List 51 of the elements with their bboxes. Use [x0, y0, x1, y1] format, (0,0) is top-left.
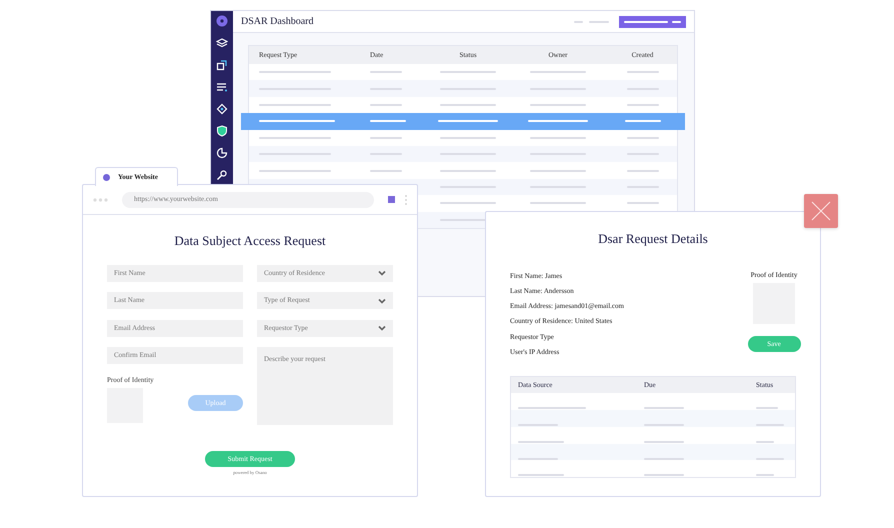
placeholder-line [370, 136, 402, 139]
chevron-down-icon [378, 325, 386, 331]
placeholder-line [440, 202, 496, 204]
placeholder-line [626, 136, 658, 139]
placeholder-line [259, 136, 331, 139]
placeholder-line [259, 170, 331, 172]
placeholder-line [440, 71, 496, 74]
details-title: Dsar Request Details [597, 230, 709, 248]
close-button[interactable] [804, 194, 838, 228]
table-row[interactable] [249, 146, 677, 162]
placeholder-line [440, 104, 496, 106]
window-title: DSAR Dashboard [241, 15, 314, 29]
placeholder-line [574, 20, 583, 22]
placeholder-line [530, 202, 586, 204]
placeholder-line [530, 170, 586, 172]
placeholder-line [530, 136, 586, 139]
placeholder-line [370, 120, 406, 122]
close-icon [810, 200, 832, 222]
placeholder-line [370, 170, 402, 172]
placeholder-line [626, 104, 658, 106]
form-title: Data Subject Access Request [173, 232, 327, 250]
placeholder-line [626, 170, 658, 172]
placeholder-line [530, 104, 586, 106]
shield-icon[interactable] [216, 125, 228, 137]
list-icon[interactable] [216, 81, 228, 93]
placeholder-line [440, 170, 496, 172]
placeholder-line [672, 20, 681, 22]
placeholder-line [440, 136, 496, 139]
placeholder-line [370, 104, 402, 106]
placeholder-line [530, 71, 586, 74]
window-dots-icon [93, 198, 108, 202]
logo-icon [216, 15, 228, 27]
chevron-down-icon [378, 270, 386, 276]
diamond-icon[interactable] [216, 103, 228, 115]
squares-icon[interactable] [216, 59, 228, 71]
selected-row[interactable] [241, 113, 685, 130]
placeholder-line [626, 71, 658, 74]
layers-icon[interactable] [216, 37, 228, 49]
placeholder-line [438, 120, 498, 122]
header-button[interactable] [619, 16, 686, 28]
placeholder-line [624, 20, 668, 22]
placeholder-line [589, 20, 609, 22]
chevron-down-icon [378, 298, 386, 304]
placeholder-line [624, 120, 660, 122]
table-row[interactable] [249, 80, 677, 97]
placeholder-line [626, 202, 658, 204]
placeholder-line [370, 71, 402, 74]
placeholder-line [259, 104, 331, 106]
placeholder-line [528, 120, 588, 122]
site-dot-icon [103, 174, 110, 180]
placeholder-line [259, 71, 331, 74]
